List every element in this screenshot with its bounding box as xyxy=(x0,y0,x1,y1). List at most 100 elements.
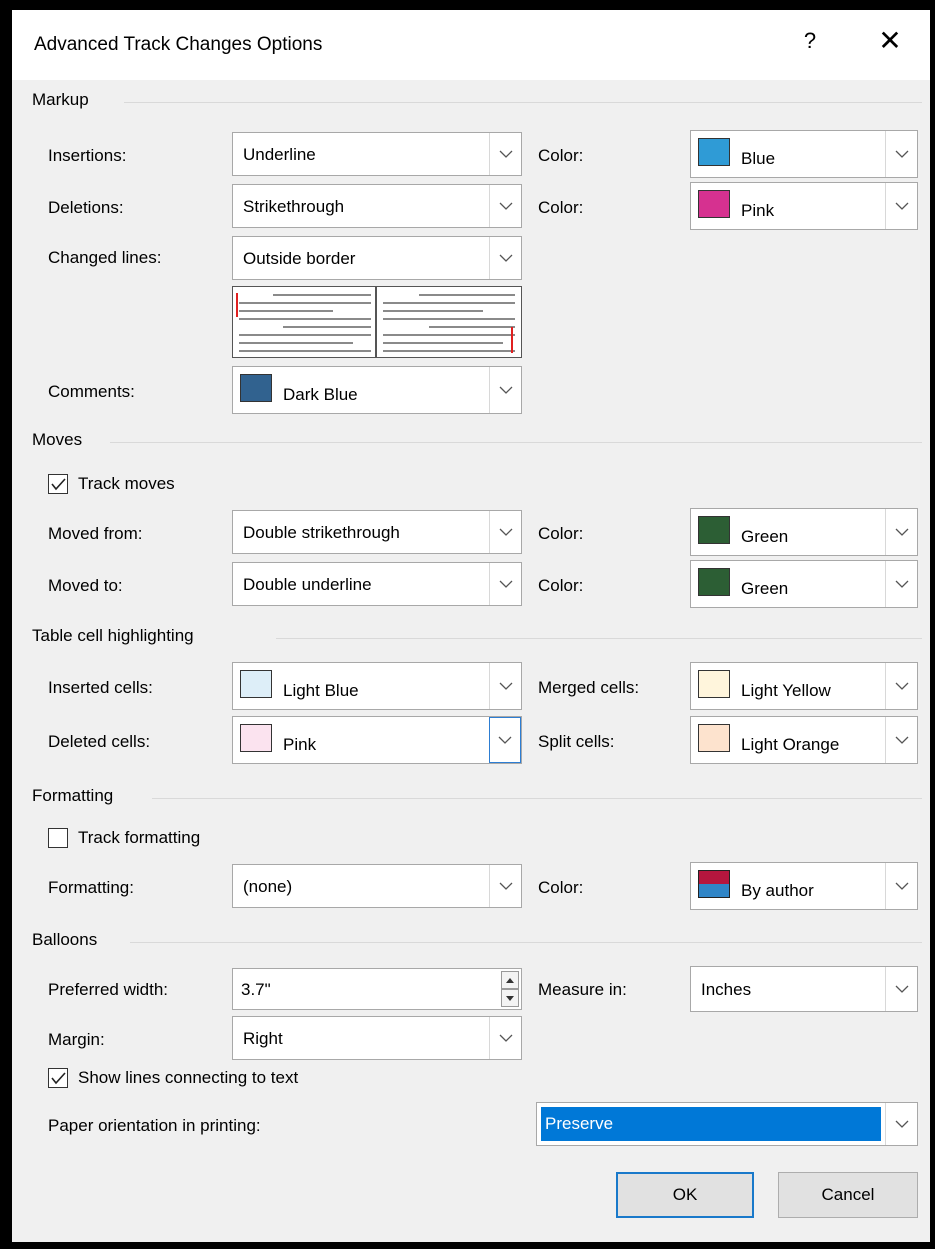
measure-in-select[interactable]: Inches xyxy=(690,966,918,1012)
section-formatting-heading: Formatting xyxy=(32,786,114,805)
title-bar: Advanced Track Changes Options ? ✕ xyxy=(12,10,930,80)
split-cells-label: Split cells: xyxy=(538,732,615,751)
cancel-button[interactable]: Cancel xyxy=(778,1172,918,1218)
changed-lines-label: Changed lines: xyxy=(48,248,162,267)
insertions-color-value: Blue xyxy=(741,149,776,168)
inserted-cells-select[interactable]: Light Blue xyxy=(232,662,522,710)
track-moves-checkbox[interactable] xyxy=(48,474,68,494)
advanced-track-changes-dialog: Advanced Track Changes Options ? ✕ Marku… xyxy=(12,10,930,1242)
split-cells-select[interactable]: Light Orange xyxy=(690,716,918,764)
section-divider xyxy=(276,638,922,639)
margin-value: Right xyxy=(243,1029,283,1048)
insertions-color-select[interactable]: Blue xyxy=(690,130,918,178)
chevron-down-icon[interactable] xyxy=(885,561,917,607)
changed-lines-value: Outside border xyxy=(243,249,356,268)
chevron-down-icon[interactable] xyxy=(489,663,521,709)
spin-control[interactable] xyxy=(501,971,519,1007)
chevron-down-icon[interactable] xyxy=(885,509,917,555)
insertions-value: Underline xyxy=(243,145,316,164)
chevron-down-icon[interactable] xyxy=(489,717,521,763)
moved-to-color-value: Green xyxy=(741,579,789,598)
deletions-color-select[interactable]: Pink xyxy=(690,182,918,230)
ok-button[interactable]: OK xyxy=(616,1172,754,1218)
formatting-label: Formatting: xyxy=(48,878,134,897)
section-divider xyxy=(130,942,922,943)
track-formatting-checkbox[interactable] xyxy=(48,828,68,848)
chevron-down-icon[interactable] xyxy=(885,717,917,763)
checkmark-icon xyxy=(51,1072,66,1085)
chevron-down-icon[interactable] xyxy=(885,131,917,177)
chevron-down-icon[interactable] xyxy=(489,367,521,413)
insertions-select[interactable]: Underline xyxy=(232,132,522,176)
spin-up-icon[interactable] xyxy=(501,971,519,989)
paper-orientation-value: Preserve xyxy=(545,1114,614,1133)
chevron-down-icon[interactable] xyxy=(489,1017,521,1059)
track-moves-label[interactable]: Track moves xyxy=(78,474,175,494)
comments-color-select[interactable]: Dark Blue xyxy=(232,366,522,414)
moved-to-value: Double underline xyxy=(243,575,372,594)
deleted-cells-label: Deleted cells: xyxy=(48,732,151,751)
section-divider xyxy=(110,442,922,443)
chevron-down-icon[interactable] xyxy=(489,865,521,907)
chevron-down-icon[interactable] xyxy=(489,563,521,605)
show-lines-checkbox[interactable] xyxy=(48,1068,68,1088)
moved-from-color-label: Color: xyxy=(538,524,584,543)
preferred-width-value: 3.7" xyxy=(241,980,271,999)
measure-in-label: Measure in: xyxy=(538,980,627,999)
formatting-color-label: Color: xyxy=(538,878,584,897)
deletions-select[interactable]: Strikethrough xyxy=(232,184,522,228)
by-author-swatch xyxy=(698,870,730,898)
section-divider xyxy=(152,798,922,799)
color-swatch xyxy=(240,374,272,402)
measure-in-value: Inches xyxy=(701,980,752,999)
section-moves-heading: Moves xyxy=(32,430,83,449)
deletions-label: Deletions: xyxy=(48,198,124,217)
moved-to-label: Moved to: xyxy=(48,576,123,595)
formatting-value: (none) xyxy=(243,877,293,896)
color-swatch xyxy=(240,670,272,698)
preferred-width-input[interactable]: 3.7" xyxy=(232,968,522,1010)
chevron-down-icon[interactable] xyxy=(489,511,521,553)
changed-lines-select[interactable]: Outside border xyxy=(232,236,522,280)
chevron-down-icon[interactable] xyxy=(885,183,917,229)
moved-from-select[interactable]: Double strikethrough xyxy=(232,510,522,554)
close-icon[interactable]: ✕ xyxy=(872,24,908,57)
moved-from-color-value: Green xyxy=(741,527,789,546)
track-formatting-label[interactable]: Track formatting xyxy=(78,828,200,848)
split-cells-value: Light Orange xyxy=(741,735,840,754)
moved-to-color-select[interactable]: Green xyxy=(690,560,918,608)
formatting-color-select[interactable]: By author xyxy=(690,862,918,910)
color-swatch xyxy=(698,516,730,544)
moved-from-value: Double strikethrough xyxy=(243,523,400,542)
chevron-down-icon[interactable] xyxy=(885,967,917,1011)
paper-orientation-label: Paper orientation in printing: xyxy=(48,1116,261,1135)
inserted-cells-label: Inserted cells: xyxy=(48,678,153,697)
section-markup-heading: Markup xyxy=(32,90,89,109)
moved-from-color-select[interactable]: Green xyxy=(690,508,918,556)
deletions-color-value: Pink xyxy=(741,201,775,220)
chevron-down-icon[interactable] xyxy=(885,1103,917,1145)
formatting-color-value: By author xyxy=(741,881,814,900)
merged-cells-select[interactable]: Light Yellow xyxy=(690,662,918,710)
formatting-select[interactable]: (none) xyxy=(232,864,522,908)
deleted-cells-select[interactable]: Pink xyxy=(232,716,522,764)
show-lines-label[interactable]: Show lines connecting to text xyxy=(78,1068,298,1088)
moved-to-select[interactable]: Double underline xyxy=(232,562,522,606)
chevron-down-icon[interactable] xyxy=(489,237,521,279)
spin-down-icon[interactable] xyxy=(501,989,519,1007)
chevron-down-icon[interactable] xyxy=(489,185,521,227)
deletions-color-label: Color: xyxy=(538,198,584,217)
margin-select[interactable]: Right xyxy=(232,1016,522,1060)
paper-orientation-select[interactable]: Preserve xyxy=(536,1102,918,1146)
moved-from-label: Moved from: xyxy=(48,524,143,543)
preferred-width-label: Preferred width: xyxy=(48,980,168,999)
chevron-down-icon[interactable] xyxy=(489,133,521,175)
deleted-cells-value: Pink xyxy=(283,735,317,754)
chevron-down-icon[interactable] xyxy=(885,863,917,909)
chevron-down-icon[interactable] xyxy=(885,663,917,709)
changed-lines-preview xyxy=(232,286,522,358)
color-swatch xyxy=(698,724,730,752)
help-icon[interactable]: ? xyxy=(796,28,824,54)
insertions-label: Insertions: xyxy=(48,146,127,165)
color-swatch xyxy=(698,190,730,218)
